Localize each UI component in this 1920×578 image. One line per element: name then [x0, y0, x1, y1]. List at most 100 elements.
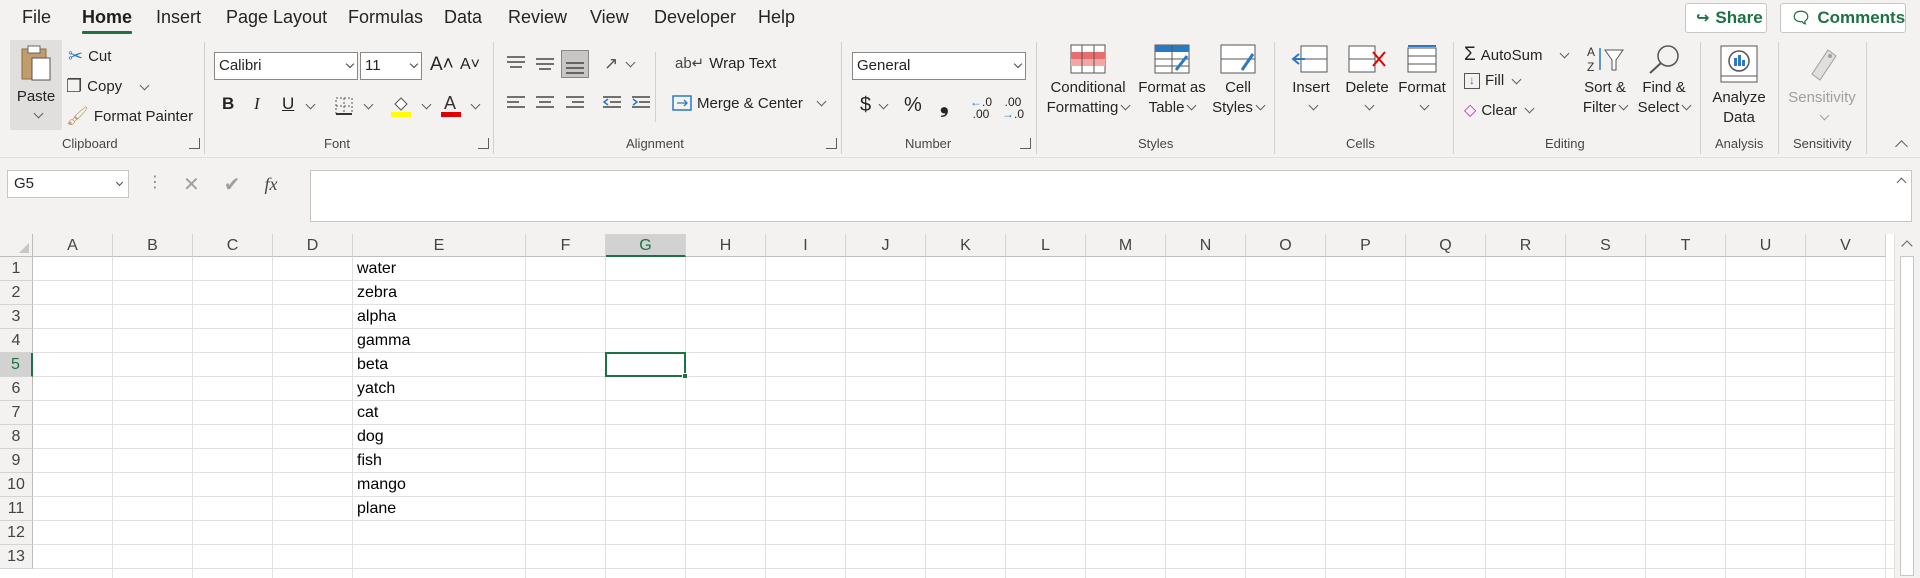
cell-e10[interactable]: mango — [353, 473, 526, 497]
cell-e6[interactable]: yatch — [353, 377, 526, 401]
font-launcher-icon[interactable] — [478, 138, 489, 149]
number-format-combo[interactable]: General — [852, 52, 1026, 80]
decrease-font-size-icon[interactable]: A˅ — [460, 56, 480, 74]
currency-button[interactable]: $ — [860, 94, 871, 117]
tab-view[interactable]: View — [590, 7, 629, 28]
row-header[interactable]: 5 — [0, 353, 33, 377]
column-header[interactable]: K — [926, 234, 1006, 257]
fill-color-icon[interactable] — [390, 94, 412, 118]
tab-review[interactable]: Review — [508, 7, 567, 28]
cell-e7[interactable]: cat — [353, 401, 526, 425]
fill-button[interactable]: ↓ Fill — [1464, 72, 1522, 89]
row-header[interactable]: 2 — [0, 281, 33, 305]
tab-developer[interactable]: Developer — [654, 7, 736, 28]
column-header[interactable]: V — [1806, 234, 1886, 257]
paste-button[interactable]: Paste — [10, 40, 62, 130]
italic-button[interactable]: I — [254, 94, 260, 114]
format-painter-button[interactable]: 🖌 Format Painter — [66, 106, 193, 127]
active-cell[interactable] — [605, 352, 688, 379]
column-header[interactable]: M — [1086, 234, 1166, 257]
borders-dropdown-icon[interactable] — [363, 99, 374, 110]
tab-help[interactable]: Help — [758, 7, 795, 28]
font-color-dropdown-icon[interactable] — [470, 99, 481, 110]
orientation-icon[interactable]: ↗ — [604, 54, 636, 74]
clear-button[interactable]: ◇ Clear — [1464, 100, 1535, 120]
column-header[interactable]: L — [1006, 234, 1086, 257]
column-header[interactable]: O — [1246, 234, 1326, 257]
column-header[interactable]: B — [113, 234, 193, 257]
decrease-indent-icon[interactable] — [602, 94, 622, 112]
format-as-table-button[interactable]: Format as Table — [1136, 44, 1208, 118]
number-launcher-icon[interactable] — [1020, 138, 1031, 149]
column-header[interactable]: C — [193, 234, 273, 257]
row-header[interactable]: 11 — [0, 497, 33, 521]
sensitivity-button[interactable]: Sensitivity — [1786, 44, 1858, 128]
column-header[interactable]: P — [1326, 234, 1406, 257]
column-header[interactable]: E — [353, 234, 526, 257]
column-header[interactable]: G — [606, 234, 686, 257]
increase-decimal-icon[interactable]: ←.0.00 — [970, 96, 992, 120]
cell-e3[interactable]: alpha — [353, 305, 526, 329]
name-box[interactable]: G5 — [7, 170, 129, 198]
font-color-icon[interactable]: A — [440, 92, 462, 118]
insert-cells-button[interactable]: Insert — [1284, 44, 1338, 118]
align-left-icon[interactable] — [506, 94, 526, 112]
collapse-formula-bar-icon[interactable] — [1896, 177, 1907, 188]
scroll-up-icon[interactable] — [1901, 240, 1913, 252]
scroll-thumb[interactable] — [1900, 256, 1914, 576]
tab-data[interactable]: Data — [444, 7, 482, 28]
row-header[interactable]: 12 — [0, 521, 33, 545]
sort-filter-button[interactable]: A Z Sort & Filter — [1578, 44, 1632, 118]
increase-font-size-icon[interactable]: A˄ — [430, 54, 454, 76]
row-header[interactable]: 10 — [0, 473, 33, 497]
wrap-text-button[interactable]: ab↵ Wrap Text — [675, 54, 776, 73]
underline-button[interactable]: U — [282, 94, 294, 114]
cell-e4[interactable]: gamma — [353, 329, 526, 353]
align-center-icon[interactable] — [535, 94, 555, 112]
conditional-formatting-button[interactable]: Conditional Formatting — [1046, 44, 1131, 118]
clipboard-launcher-icon[interactable] — [189, 138, 200, 149]
borders-icon[interactable] — [334, 96, 354, 116]
cell-styles-button[interactable]: Cell Styles — [1210, 44, 1266, 118]
bold-button[interactable]: B — [222, 94, 234, 114]
column-header[interactable]: S — [1566, 234, 1646, 257]
row-header[interactable]: 6 — [0, 377, 33, 401]
vertical-scrollbar[interactable] — [1894, 234, 1920, 578]
column-header[interactable]: N — [1166, 234, 1246, 257]
font-name-combo[interactable]: Calibri — [214, 52, 358, 80]
comments-button[interactable]: 🗨 Comments — [1780, 3, 1906, 33]
column-header[interactable]: R — [1486, 234, 1566, 257]
align-top-icon[interactable] — [506, 54, 526, 72]
tab-file[interactable]: File — [22, 7, 51, 28]
column-header[interactable]: F — [526, 234, 606, 257]
analyze-data-button[interactable]: Analyze Data — [1708, 44, 1770, 128]
vertical-ellipsis-icon[interactable]: ⋮ — [147, 172, 163, 192]
column-header[interactable]: J — [846, 234, 926, 257]
formula-input[interactable] — [310, 170, 1912, 222]
row-header[interactable]: 9 — [0, 449, 33, 473]
row-header[interactable]: 1 — [0, 257, 33, 281]
decrease-decimal-icon[interactable]: .00 →.0 — [1002, 96, 1024, 120]
function-icon[interactable]: fx — [265, 174, 278, 195]
fill-color-dropdown-icon[interactable] — [421, 99, 432, 110]
copy-button[interactable]: ❐ Copy — [66, 76, 150, 97]
font-size-combo[interactable]: 11 — [360, 52, 422, 80]
underline-dropdown-icon[interactable] — [305, 99, 316, 110]
row-header[interactable]: 8 — [0, 425, 33, 449]
row-header[interactable]: 7 — [0, 401, 33, 425]
cell-e9[interactable]: fish — [353, 449, 526, 473]
find-select-button[interactable]: Find & Select — [1634, 44, 1694, 118]
column-header[interactable]: D — [273, 234, 353, 257]
row-header[interactable]: 13 — [0, 545, 33, 569]
cell-e5[interactable]: beta — [353, 353, 526, 377]
row-header[interactable]: 3 — [0, 305, 33, 329]
share-button[interactable]: ↪ Share — [1685, 3, 1767, 33]
column-header[interactable]: I — [766, 234, 846, 257]
increase-indent-icon[interactable] — [631, 94, 651, 112]
row-header[interactable]: 4 — [0, 329, 33, 353]
align-bottom-button[interactable] — [561, 50, 589, 78]
cell-e8[interactable]: dog — [353, 425, 526, 449]
tab-formulas[interactable]: Formulas — [348, 7, 423, 28]
merge-center-button[interactable]: Merge & Center — [672, 94, 827, 112]
align-right-icon[interactable] — [565, 94, 585, 112]
